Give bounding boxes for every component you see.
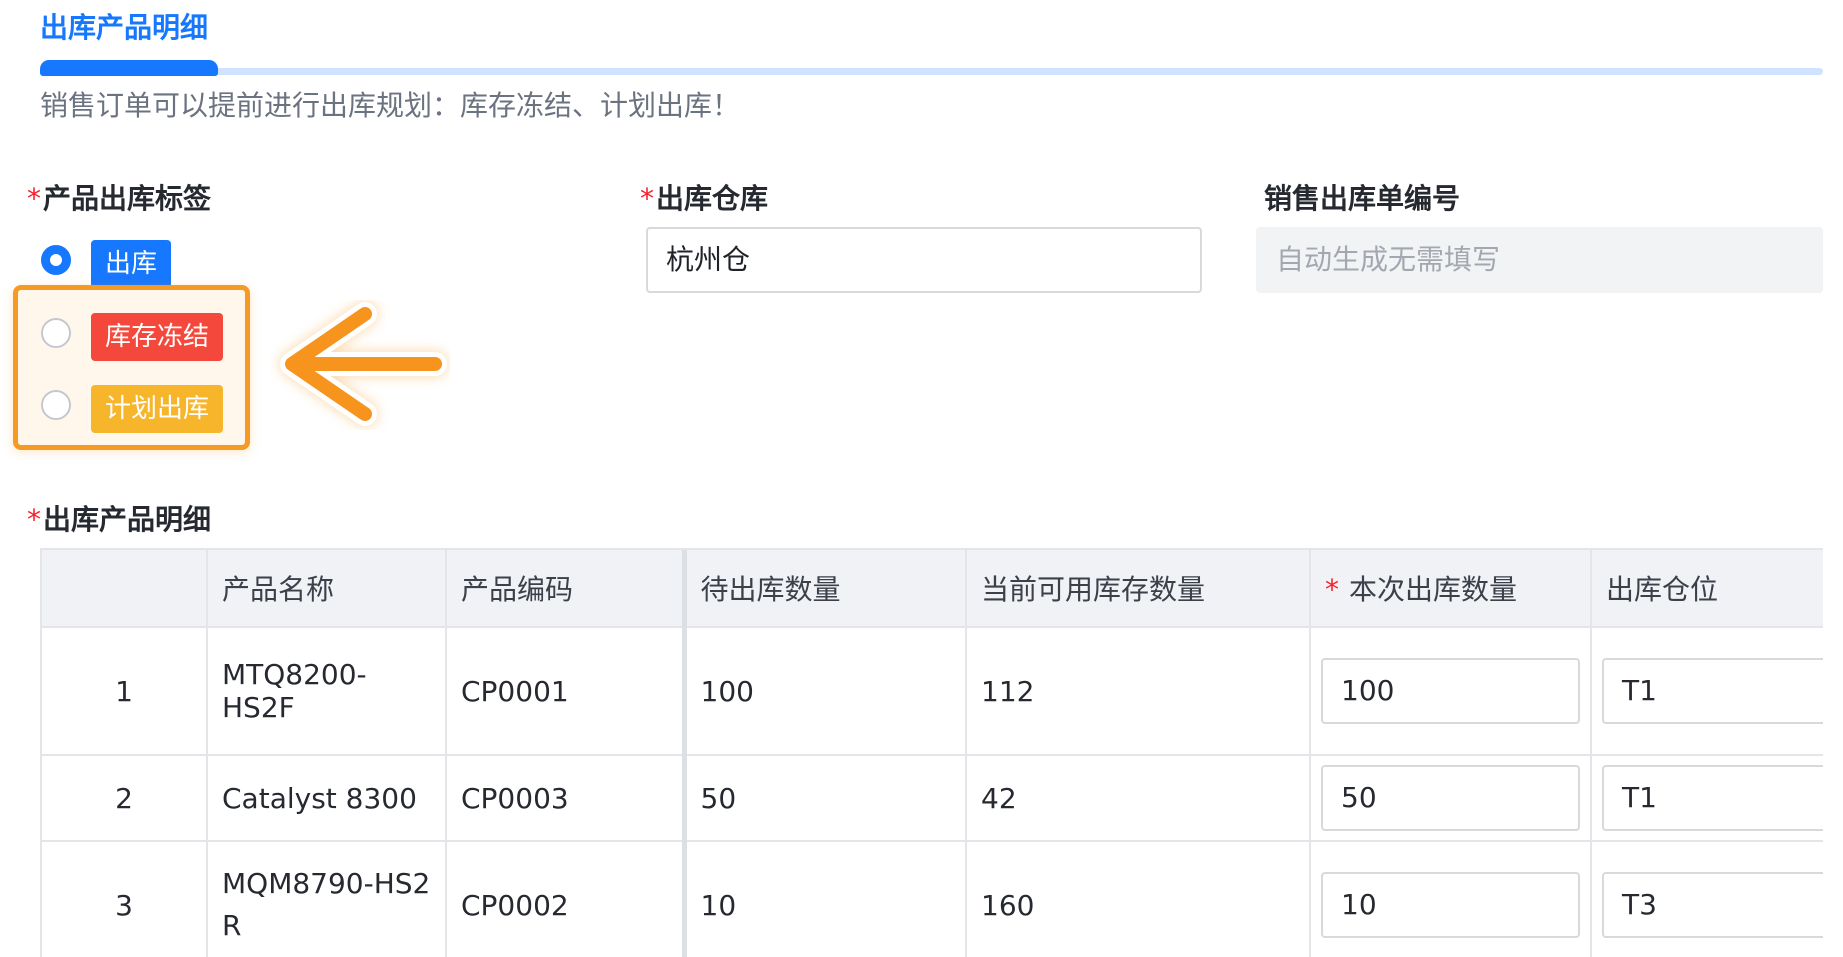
table-header-row: 产品名称 产品编码 待出库数量 当前可用库存数量 * 本次出库数量 出库仓位 bbox=[42, 550, 1823, 628]
tag-field-label: *产品出库标签 bbox=[27, 177, 211, 217]
tag-label-text: 产品出库标签 bbox=[43, 182, 212, 215]
tab-active-indicator bbox=[40, 60, 218, 76]
row-index: 1 bbox=[42, 627, 208, 756]
col-header-location: 出库仓位 bbox=[1591, 550, 1823, 628]
pending-qty: 100 bbox=[684, 627, 967, 756]
table-row: 1 MTQ8200-HS2F CP0001 100 112 100 T1 bbox=[42, 627, 1823, 756]
arrow-left-icon bbox=[279, 301, 448, 427]
required-mark: * bbox=[1325, 573, 1339, 606]
location-cell: T1 bbox=[1591, 627, 1823, 756]
row-index: 2 bbox=[42, 755, 208, 842]
location-cell: T1 bbox=[1591, 755, 1823, 842]
col-header-available: 当前可用库存数量 bbox=[966, 550, 1311, 628]
product-code: CP0002 bbox=[446, 841, 687, 957]
tab-outbound-details[interactable]: 出库产品明细 bbox=[40, 6, 208, 46]
col-header-name: 产品名称 bbox=[207, 550, 447, 628]
qty-cell: 10 bbox=[1310, 841, 1592, 957]
detail-label-text: 出库产品明细 bbox=[43, 503, 212, 536]
order-no-field: 自动生成无需填写 bbox=[1256, 227, 1823, 293]
row-index: 3 bbox=[42, 841, 208, 957]
tag-inventory-freeze[interactable]: 库存冻结 bbox=[91, 313, 224, 361]
location-select[interactable]: T1 bbox=[1602, 658, 1823, 724]
required-mark: * bbox=[27, 182, 41, 215]
available-qty: 112 bbox=[966, 627, 1311, 756]
available-qty: 160 bbox=[966, 841, 1311, 957]
qty-cell: 50 bbox=[1310, 755, 1592, 842]
product-name: MTQ8200-HS2F bbox=[207, 627, 447, 756]
product-code: CP0003 bbox=[446, 755, 687, 842]
col-header-code: 产品编码 bbox=[446, 550, 687, 628]
outbound-qty-input[interactable]: 50 bbox=[1321, 765, 1580, 831]
radio-planned-outbound[interactable] bbox=[41, 390, 71, 420]
table-row: 3 MQM8790-HS2R CP0002 10 160 10 T3 bbox=[42, 841, 1823, 957]
location-select[interactable]: T3 bbox=[1602, 872, 1823, 938]
page-hint: 销售订单可以提前进行出库规划：库存冻结、计划出库！ bbox=[40, 89, 741, 122]
col-header-qty: * 本次出库数量 bbox=[1310, 550, 1592, 628]
location-cell: T3 bbox=[1591, 841, 1823, 957]
required-mark: * bbox=[27, 503, 41, 536]
product-name: Catalyst 8300 bbox=[207, 755, 447, 842]
required-mark: * bbox=[640, 182, 654, 215]
warehouse-label-text: 出库仓库 bbox=[656, 182, 769, 215]
location-select[interactable]: T1 bbox=[1602, 765, 1823, 831]
product-name: MQM8790-HS2R bbox=[207, 841, 447, 957]
col-header-qty-text: 本次出库数量 bbox=[1349, 573, 1518, 606]
tag-planned-outbound[interactable]: 计划出库 bbox=[91, 385, 224, 433]
product-code: CP0001 bbox=[446, 627, 687, 756]
pending-qty: 50 bbox=[684, 755, 967, 842]
tag-outbound[interactable]: 出库 bbox=[91, 240, 172, 288]
table-row: 2 Catalyst 8300 CP0003 50 42 50 T1 bbox=[42, 755, 1823, 842]
available-qty: 42 bbox=[966, 755, 1311, 842]
radio-outbound[interactable] bbox=[41, 245, 71, 275]
col-header-pending: 待出库数量 bbox=[684, 550, 967, 628]
detail-section-label: *出库产品明细 bbox=[27, 498, 211, 538]
radio-inventory-freeze[interactable] bbox=[41, 318, 71, 348]
warehouse-select[interactable]: 杭州仓 bbox=[646, 227, 1202, 293]
warehouse-field-label: *出库仓库 bbox=[640, 177, 768, 217]
outbound-qty-input[interactable]: 10 bbox=[1321, 872, 1580, 938]
tab-underline-track bbox=[40, 68, 1823, 75]
qty-cell: 100 bbox=[1310, 627, 1592, 756]
order-no-field-label: 销售出库单编号 bbox=[1264, 182, 1461, 215]
outbound-qty-input[interactable]: 100 bbox=[1321, 658, 1580, 724]
detail-table: 产品名称 产品编码 待出库数量 当前可用库存数量 * 本次出库数量 出库仓位 1 … bbox=[40, 548, 1823, 957]
pending-qty: 10 bbox=[684, 841, 967, 957]
col-header-index bbox=[42, 550, 208, 628]
